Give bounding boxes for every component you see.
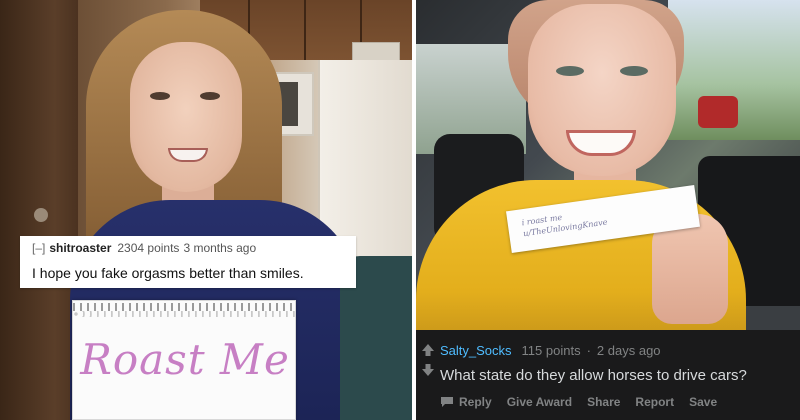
give-award-button[interactable]: Give Award (507, 394, 572, 410)
comment-time: 3 months ago (183, 241, 257, 255)
report-button[interactable]: Report (635, 394, 674, 410)
roast-comment-card: [–] shitroaster 2304 points 3 months ago I … (20, 236, 356, 288)
save-button[interactable]: Save (689, 394, 717, 410)
left-roast-photo: [–] shitroaster 2304 points 3 months ago I … (0, 0, 412, 420)
person-face (130, 42, 242, 192)
comment-points: 2304 points (117, 241, 180, 255)
comment-text: I hope you fake orgasms better than smil… (32, 265, 304, 281)
downvote-arrow-icon[interactable] (420, 362, 436, 378)
red-car-outside (698, 96, 738, 128)
collapse-toggle[interactable]: [–] (32, 241, 45, 255)
right-roast-photo: i roast me u/TheUnlovingKnave Salty_Sock… (416, 0, 800, 420)
person-eye-right (200, 92, 220, 100)
roast-me-sign: Roast Me (72, 300, 297, 420)
comment-author[interactable]: shitroaster (49, 241, 111, 255)
comment-text: What state do they allow horses to drive… (440, 367, 747, 384)
comment-meta: Salty_Socks 115 points · 2 days ago (440, 343, 661, 359)
reply-bubble-icon (441, 397, 453, 407)
comment-author[interactable]: Salty_Socks (440, 343, 512, 358)
person-eye-left (556, 66, 584, 76)
reddit-comment: Salty_Socks 115 points · 2 days ago What st… (416, 330, 800, 420)
spiral-binding (73, 303, 297, 311)
upvote-arrow-icon[interactable] (420, 342, 436, 358)
person-eye-left (150, 92, 170, 100)
comment-time: 2 days ago (596, 343, 661, 358)
comment-points: 115 points (521, 343, 581, 358)
comment-meta: [–] shitroaster 2304 points 3 months ago (32, 241, 356, 255)
reply-button[interactable]: Reply (440, 394, 492, 410)
comment-actions: Reply Give Award Share Report Save (440, 394, 717, 410)
meta-separator: · (586, 343, 591, 358)
reply-label: Reply (459, 395, 492, 409)
person-eye-right (620, 66, 648, 76)
sign-text: Roast Me (80, 335, 290, 384)
door-knob (34, 208, 48, 222)
share-button[interactable]: Share (587, 394, 620, 410)
door (0, 0, 78, 420)
